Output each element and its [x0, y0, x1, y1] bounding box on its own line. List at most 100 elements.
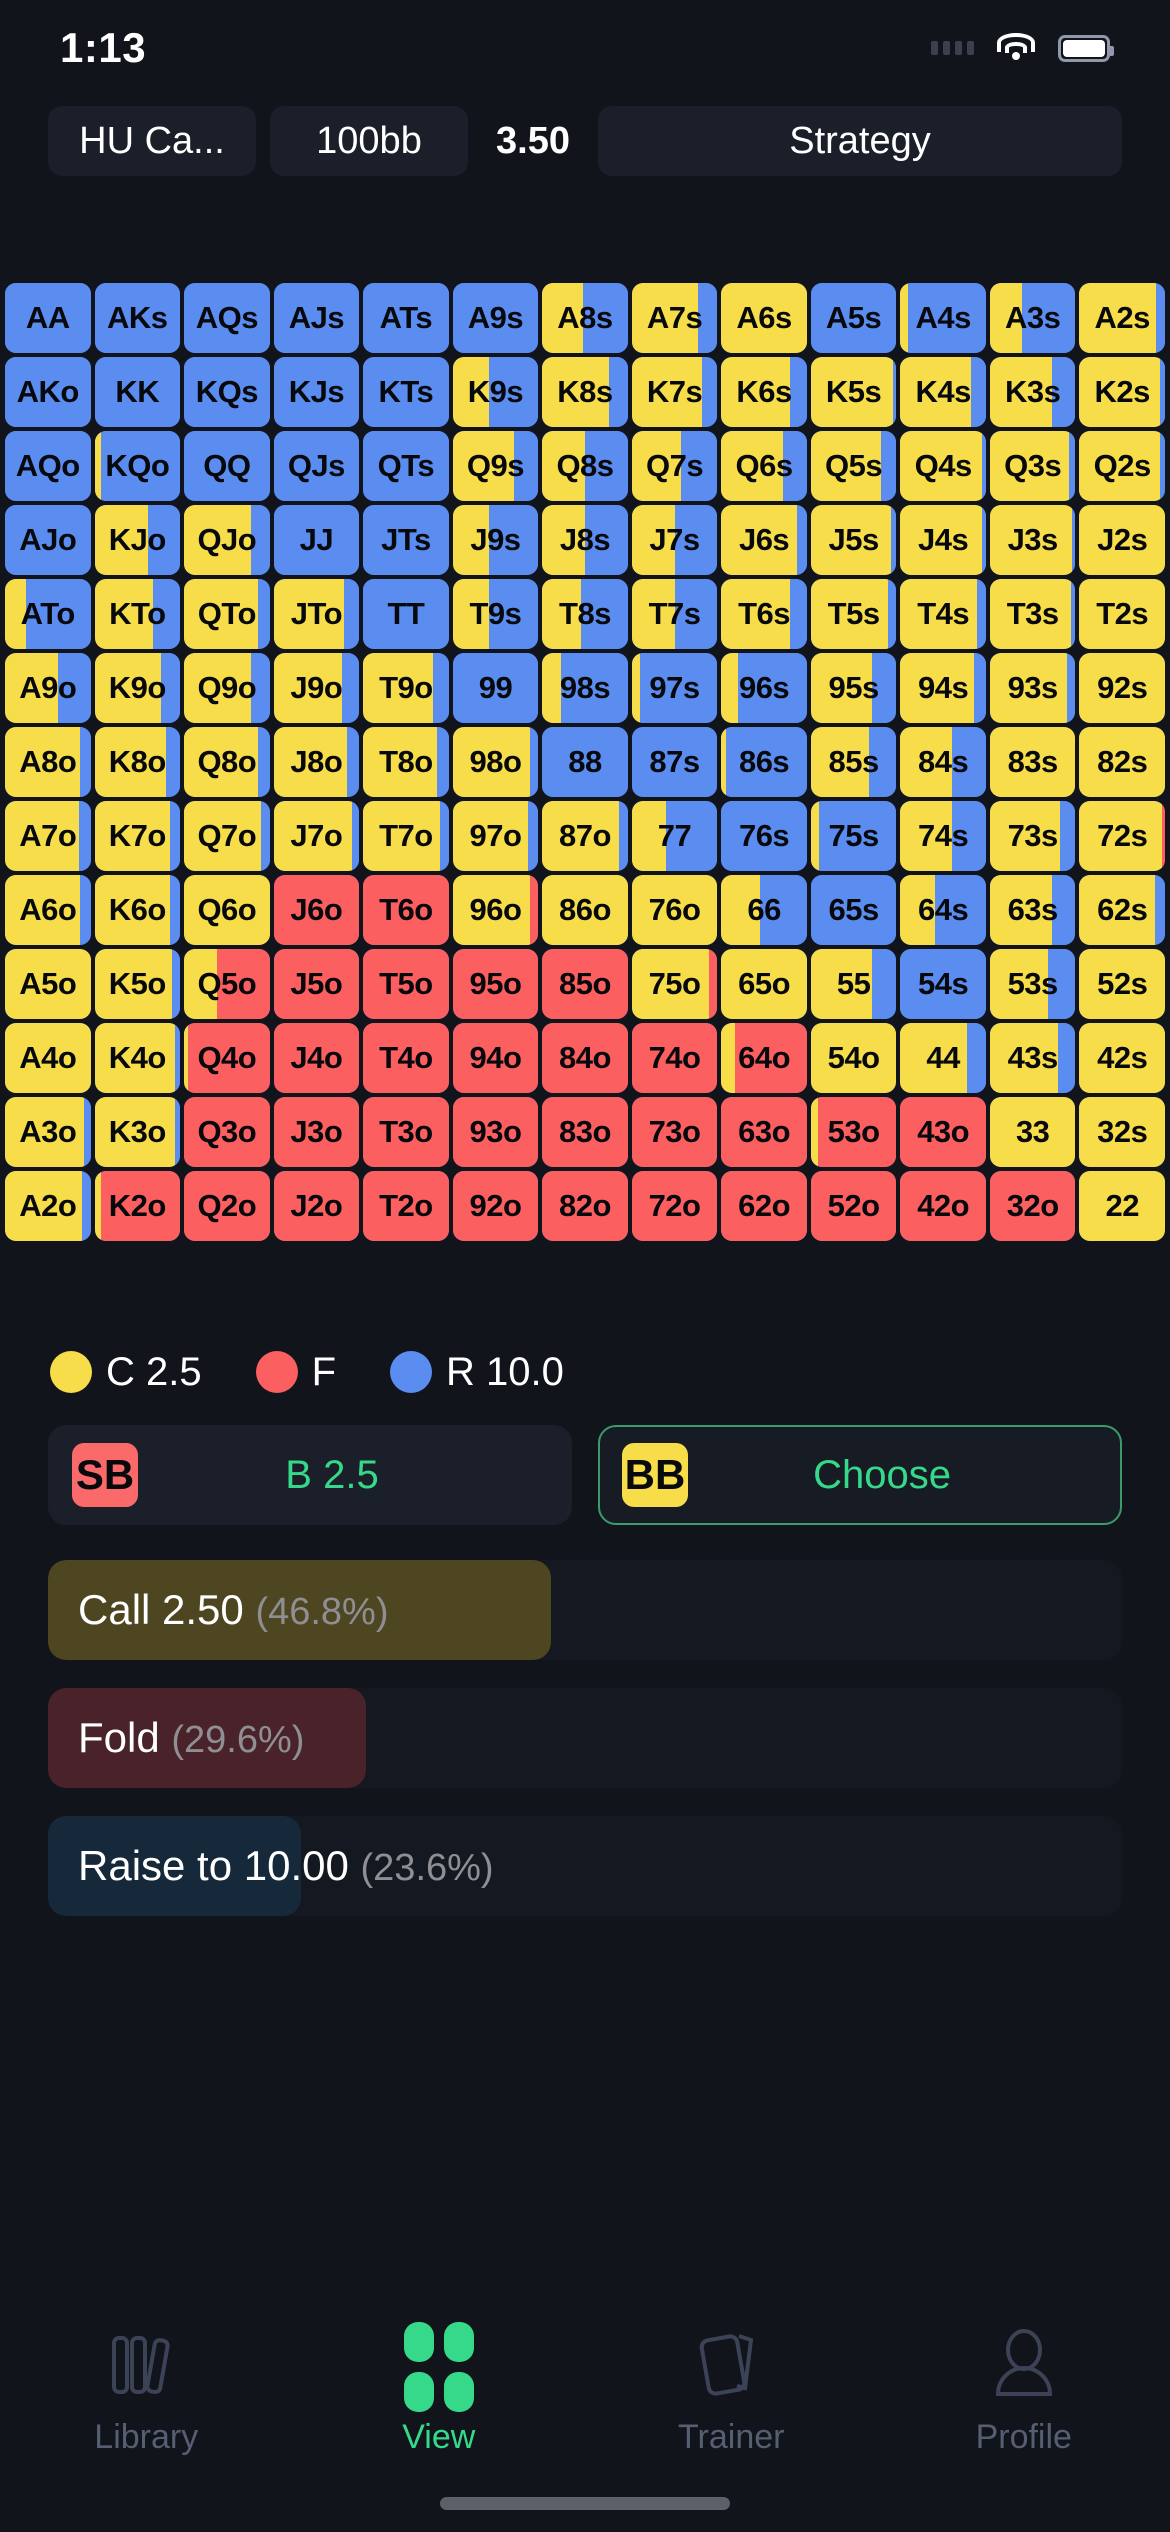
- range-grid[interactable]: AA AKs AQs AJs ATs A9s A8s A7s A6s A5s A4s A3s A2s AK…: [5, 283, 1165, 1241]
- range-cell[interactable]: Q7o: [184, 801, 270, 871]
- range-cell[interactable]: 62s: [1079, 875, 1165, 945]
- range-cell[interactable]: K8o: [94, 727, 181, 797]
- range-cell[interactable]: T7s: [631, 579, 718, 649]
- range-cell[interactable]: J7o: [273, 801, 360, 871]
- range-cell[interactable]: 32o: [989, 1171, 1076, 1241]
- range-cell[interactable]: T8o: [363, 727, 449, 797]
- nav-item-view[interactable]: View: [293, 2322, 586, 2457]
- range-cell[interactable]: A5s: [810, 283, 897, 353]
- range-cell[interactable]: 97s: [631, 653, 718, 723]
- range-cell[interactable]: K2o: [94, 1171, 181, 1241]
- range-cell[interactable]: K6o: [94, 875, 181, 945]
- range-cell[interactable]: T5o: [363, 949, 449, 1019]
- range-cell[interactable]: 65o: [721, 949, 807, 1019]
- range-cell[interactable]: 99: [452, 653, 539, 723]
- range-cell[interactable]: KQs: [184, 357, 270, 427]
- range-cell[interactable]: 42s: [1079, 1023, 1165, 1093]
- range-cell[interactable]: J3s: [989, 505, 1076, 575]
- position-button-sb[interactable]: SB B 2.5: [48, 1425, 572, 1525]
- range-cell[interactable]: J4s: [900, 505, 986, 575]
- range-cell[interactable]: 75s: [810, 801, 897, 871]
- range-cell[interactable]: Q8o: [184, 727, 270, 797]
- range-cell[interactable]: AKo: [5, 357, 91, 427]
- range-cell[interactable]: Q7s: [631, 431, 718, 501]
- range-cell[interactable]: JJ: [273, 505, 360, 575]
- range-cell[interactable]: Q6s: [721, 431, 807, 501]
- range-cell[interactable]: A6s: [721, 283, 807, 353]
- range-cell[interactable]: T3s: [989, 579, 1076, 649]
- range-cell[interactable]: T9o: [363, 653, 449, 723]
- range-cell[interactable]: Q5s: [810, 431, 897, 501]
- range-cell[interactable]: 53o: [810, 1097, 897, 1167]
- range-cell[interactable]: A8o: [5, 727, 91, 797]
- range-cell[interactable]: T2s: [1079, 579, 1165, 649]
- range-cell[interactable]: 63o: [721, 1097, 807, 1167]
- range-cell[interactable]: 92s: [1079, 653, 1165, 723]
- range-cell[interactable]: 52o: [810, 1171, 897, 1241]
- range-cell[interactable]: KQo: [94, 431, 181, 501]
- range-cell[interactable]: ATo: [5, 579, 91, 649]
- range-cell[interactable]: A3s: [989, 283, 1076, 353]
- range-cell[interactable]: J2o: [273, 1171, 360, 1241]
- range-cell[interactable]: T6s: [721, 579, 807, 649]
- range-cell[interactable]: Q9s: [452, 431, 539, 501]
- range-cell[interactable]: QQ: [184, 431, 270, 501]
- range-cell[interactable]: 76o: [631, 875, 718, 945]
- range-cell[interactable]: 65s: [810, 875, 897, 945]
- range-cell[interactable]: J7s: [631, 505, 718, 575]
- range-cell[interactable]: A8s: [542, 283, 628, 353]
- range-cell[interactable]: Q2o: [184, 1171, 270, 1241]
- range-cell[interactable]: T3o: [363, 1097, 449, 1167]
- range-cell[interactable]: A4o: [5, 1023, 91, 1093]
- range-cell[interactable]: 44: [900, 1023, 986, 1093]
- range-cell[interactable]: K9s: [452, 357, 539, 427]
- range-cell[interactable]: JTo: [273, 579, 360, 649]
- position-row[interactable]: SB B 2.5 BB Choose: [0, 1425, 1170, 1525]
- range-cell[interactable]: K3s: [989, 357, 1076, 427]
- range-cell[interactable]: KJs: [273, 357, 360, 427]
- range-cell[interactable]: A2s: [1079, 283, 1165, 353]
- range-cell[interactable]: 76s: [721, 801, 807, 871]
- range-cell[interactable]: KTs: [363, 357, 449, 427]
- range-cell[interactable]: T4s: [900, 579, 986, 649]
- range-cell[interactable]: Q4o: [184, 1023, 270, 1093]
- range-cell[interactable]: J5o: [273, 949, 360, 1019]
- strategy-mode-chip[interactable]: Strategy: [597, 106, 1122, 176]
- range-cell[interactable]: T9s: [452, 579, 539, 649]
- range-cell[interactable]: AA: [5, 283, 91, 353]
- range-cell[interactable]: T7o: [363, 801, 449, 871]
- range-cell[interactable]: Q5o: [184, 949, 270, 1019]
- range-cell[interactable]: J6o: [273, 875, 360, 945]
- range-cell[interactable]: A6o: [5, 875, 91, 945]
- range-cell[interactable]: QTo: [184, 579, 270, 649]
- range-cell[interactable]: J9o: [273, 653, 360, 723]
- range-cell[interactable]: K9o: [94, 653, 181, 723]
- range-cell[interactable]: 88: [542, 727, 628, 797]
- range-cell[interactable]: 86s: [721, 727, 807, 797]
- range-cell[interactable]: 33: [989, 1097, 1076, 1167]
- range-cell[interactable]: 93s: [989, 653, 1076, 723]
- range-cell[interactable]: Q9o: [184, 653, 270, 723]
- range-cell[interactable]: 85s: [810, 727, 897, 797]
- nav-item-trainer[interactable]: Trainer: [585, 2328, 878, 2457]
- range-cell[interactable]: 82s: [1079, 727, 1165, 797]
- range-cell[interactable]: J8s: [542, 505, 628, 575]
- range-cell[interactable]: 96s: [721, 653, 807, 723]
- range-cell[interactable]: 86o: [542, 875, 628, 945]
- range-cell[interactable]: 97o: [452, 801, 539, 871]
- range-cell[interactable]: 72o: [631, 1171, 718, 1241]
- nav-item-library[interactable]: Library: [0, 2328, 293, 2457]
- nav-item-profile[interactable]: Profile: [878, 2328, 1170, 2457]
- range-cell[interactable]: A9o: [5, 653, 91, 723]
- range-cell[interactable]: AJo: [5, 505, 91, 575]
- range-cell[interactable]: K2s: [1079, 357, 1165, 427]
- range-cell[interactable]: Q6o: [184, 875, 270, 945]
- range-cell[interactable]: A7o: [5, 801, 91, 871]
- range-cell[interactable]: 83o: [542, 1097, 628, 1167]
- action-row-raise[interactable]: Raise to 10.00 (23.6%): [48, 1816, 1122, 1916]
- range-cell[interactable]: 95o: [452, 949, 539, 1019]
- range-cell[interactable]: J2s: [1079, 505, 1165, 575]
- range-cell[interactable]: Q2s: [1079, 431, 1165, 501]
- range-cell[interactable]: 62o: [721, 1171, 807, 1241]
- range-cell[interactable]: 98o: [452, 727, 539, 797]
